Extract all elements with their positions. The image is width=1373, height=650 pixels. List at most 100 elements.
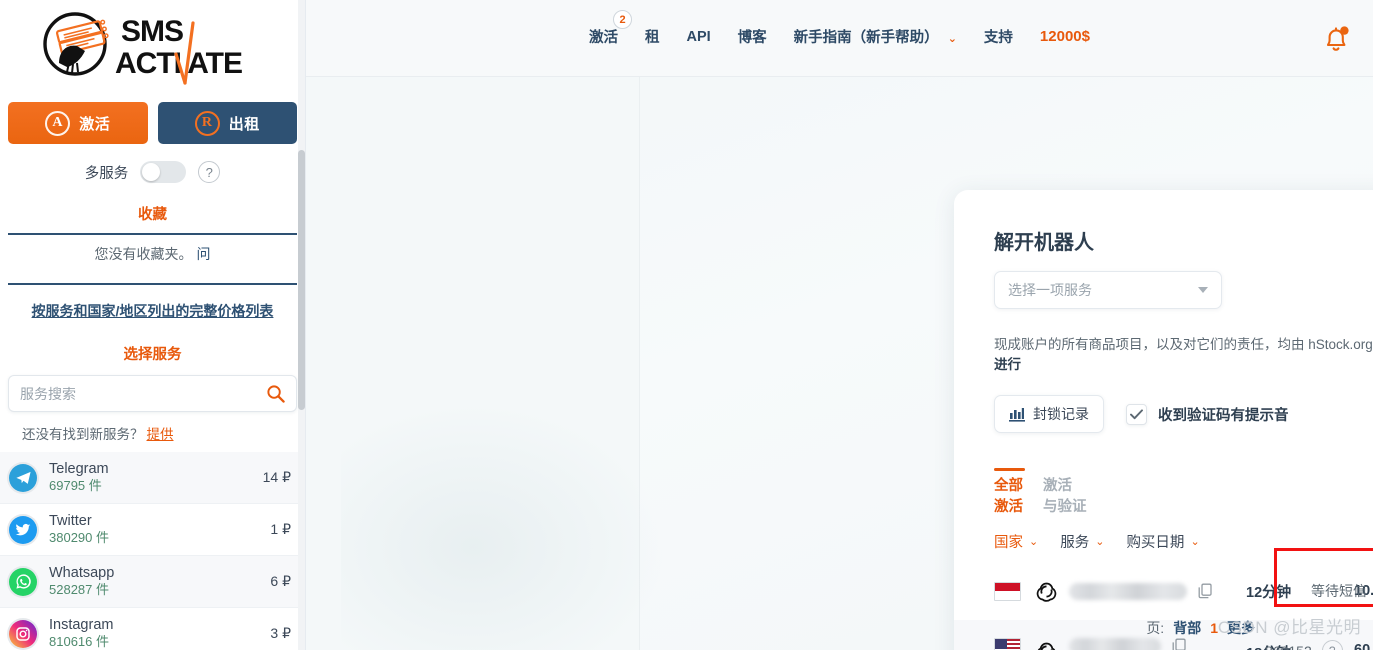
sidebar: SMS ACTI ATE A 激活 R 出租 多服务 ? 收藏 您没有收藏夹。问 [0, 0, 306, 650]
service-count: 69795 件 [49, 478, 102, 494]
multi-service-label: 多服务 [84, 165, 129, 182]
phone-number-masked [1069, 582, 1187, 600]
phone-number-masked [1069, 638, 1161, 650]
service-select[interactable]: 选择一项服务 [994, 271, 1222, 309]
tab-inactive-indicator [1043, 468, 1074, 471]
service-name: Instagram [49, 616, 114, 633]
tools-row: 封锁记录 收到验证码有提示音 [994, 395, 1373, 433]
svg-text:SMS: SMS [121, 15, 183, 48]
activation-card: 解开机器人 选择一项服务 现成账户的所有商品项目，以及对它们的责任，均由 hSt… [954, 190, 1373, 650]
tab-label-line1: 激活 [1043, 478, 1072, 494]
service-price: 14 ₽ [262, 469, 291, 485]
top-header: 激活 2 租 API 博客 新手指南（新手帮助） ⌄ 支持 12000$ [306, 0, 1373, 77]
service-name: Twitter [49, 512, 92, 529]
service-search-input[interactable] [20, 385, 266, 402]
notification-bell-icon[interactable] [1319, 20, 1353, 56]
filter-service[interactable]: 服务 ⌄ [1060, 531, 1104, 552]
nav-item-beginner-guide[interactable]: 新手指南（新手帮助） ⌄ [794, 26, 957, 47]
nav-item-label: 新手指南（新手帮助） [793, 30, 939, 46]
sidebar-action-buttons: A 激活 R 出租 [0, 102, 305, 144]
sound-notification-checkbox-row[interactable]: 收到验证码有提示音 [1126, 403, 1289, 425]
service-count: 528287 件 [49, 582, 109, 598]
service-count: 380290 件 [49, 530, 109, 546]
service-price: 1 ₽ [270, 521, 291, 537]
search-icon[interactable] [266, 384, 285, 403]
openai-icon [1037, 642, 1056, 650]
activate-button[interactable]: A 激活 [8, 102, 148, 144]
rent-button[interactable]: R 出租 [157, 102, 297, 144]
activation-tabs: 全部 激活 激活 与验证 [994, 461, 1373, 517]
copy-icon[interactable] [1172, 638, 1187, 650]
tab-label-line2: 激活 [994, 498, 1023, 515]
multi-service-help-icon[interactable]: ? [198, 161, 221, 183]
choose-service-title: 选择服务 [123, 347, 182, 363]
notice-prefix: 现成账户的所有商品项目，以及对它们的责任，均由 [994, 337, 1309, 352]
rent-button-label: 出租 [228, 115, 260, 133]
chevron-down-icon: ⌄ [1029, 536, 1039, 549]
nav-item-support[interactable]: 支持 [984, 26, 1013, 47]
filter-label: 购买日期 [1126, 535, 1185, 552]
sidebar-scrollbar[interactable] [298, 0, 305, 650]
copy-icon[interactable] [1198, 583, 1213, 599]
code-help-icon[interactable]: ? [1321, 640, 1343, 650]
notice-brand: hStock.org [1308, 337, 1373, 352]
filter-country[interactable]: 国家 ⌄ [994, 531, 1038, 552]
block-log-button-label: 封锁记录 [1033, 406, 1089, 422]
whatsapp-icon [9, 567, 37, 596]
offer-service-link[interactable]: 提供 [147, 427, 174, 442]
table-filters: 国家 ⌄ 服务 ⌄ 购买日期 ⌄ [994, 531, 1373, 552]
twitter-icon [9, 515, 37, 544]
filter-label: 服务 [1060, 535, 1090, 552]
flag-usa-icon [994, 638, 1021, 650]
list-item[interactable]: Instagram 810616 件 3 ₽ [0, 608, 305, 650]
chevron-down-icon[interactable]: ⌄ [1353, 641, 1367, 650]
list-item[interactable]: Whatsapp 528287 件 6 ₽ [0, 556, 305, 608]
block-log-button[interactable]: 封锁记录 [994, 395, 1104, 433]
sound-notification-checkbox[interactable] [1126, 403, 1147, 425]
filter-label: 国家 [994, 535, 1023, 552]
nav-item-blog[interactable]: 博客 [738, 26, 767, 47]
nav-item-rent[interactable]: 租 [645, 26, 660, 47]
pagination-prev[interactable]: 背部 [1173, 618, 1201, 638]
service-count: 810616 件 [49, 634, 109, 650]
main-content: 解开机器人 选择一项服务 现成账户的所有商品项目，以及对它们的责任，均由 hSt… [306, 77, 1373, 650]
list-item-text: Instagram 810616 件 [49, 616, 270, 650]
brand-logo[interactable]: SMS ACTI ATE [0, 0, 305, 96]
tab-all-activations[interactable]: 全部 激活 [994, 461, 1025, 517]
service-name: Whatsapp [49, 564, 115, 581]
csdn-watermark: CSDN @比星光明 [1217, 618, 1361, 637]
telegram-icon [9, 463, 37, 492]
app-root: SMS ACTI ATE A 激活 R 出租 多服务 ? 收藏 您没有收藏夹。问 [0, 0, 1373, 650]
nav-item-activate[interactable]: 激活 2 [589, 10, 632, 47]
table-row[interactable]: 12分钟 10.5 ₽ 等待短信 [954, 548, 1373, 620]
row-status: 等待短信 [1311, 581, 1367, 601]
favourites-ask-link[interactable]: 问 [197, 246, 211, 262]
pagination-current-page[interactable]: 1 [1210, 620, 1218, 636]
full-price-list-link[interactable]: 按服务和国家/地区列出的完整价格列表 [0, 301, 305, 321]
filter-purchase-date[interactable]: 购买日期 ⌄ [1126, 531, 1199, 552]
row-code-group: 869152 ? ⌄ [1265, 640, 1367, 650]
row-time: 12分钟 [1246, 584, 1292, 601]
sidebar-scrollbar-thumb[interactable] [298, 150, 305, 410]
status-badge: 等待短信 [1311, 583, 1367, 600]
multi-service-toggle[interactable] [140, 161, 187, 183]
tab-label-line1: 全部 [994, 478, 1023, 494]
account-balance[interactable]: 12000$ [1040, 28, 1090, 45]
chevron-down-icon: ⌄ [947, 33, 957, 45]
list-item[interactable]: Telegram 69795 件 14 ₽ [0, 452, 305, 504]
nav-item-api[interactable]: API [687, 29, 711, 45]
sms-code: 869152 [1265, 643, 1312, 650]
favourites-divider-bottom [8, 283, 297, 285]
list-item-text: Telegram 69795 件 [49, 460, 263, 495]
nav-item-label: 激活 [589, 30, 618, 46]
tab-activation-and-verification[interactable]: 激活 与验证 [1043, 461, 1087, 517]
toggle-knob [142, 163, 161, 181]
list-item-text: Whatsapp 528287 件 [49, 564, 270, 599]
sound-notification-label: 收到验证码有提示音 [1158, 407, 1289, 424]
service-name: Telegram [49, 460, 109, 477]
background-blob [341, 397, 671, 650]
list-item[interactable]: Twitter 380290 件 1 ₽ [0, 504, 305, 556]
favourites-title[interactable]: 收藏 [0, 203, 305, 224]
service-search-box[interactable] [8, 375, 297, 412]
service-price: 6 ₽ [270, 573, 291, 589]
